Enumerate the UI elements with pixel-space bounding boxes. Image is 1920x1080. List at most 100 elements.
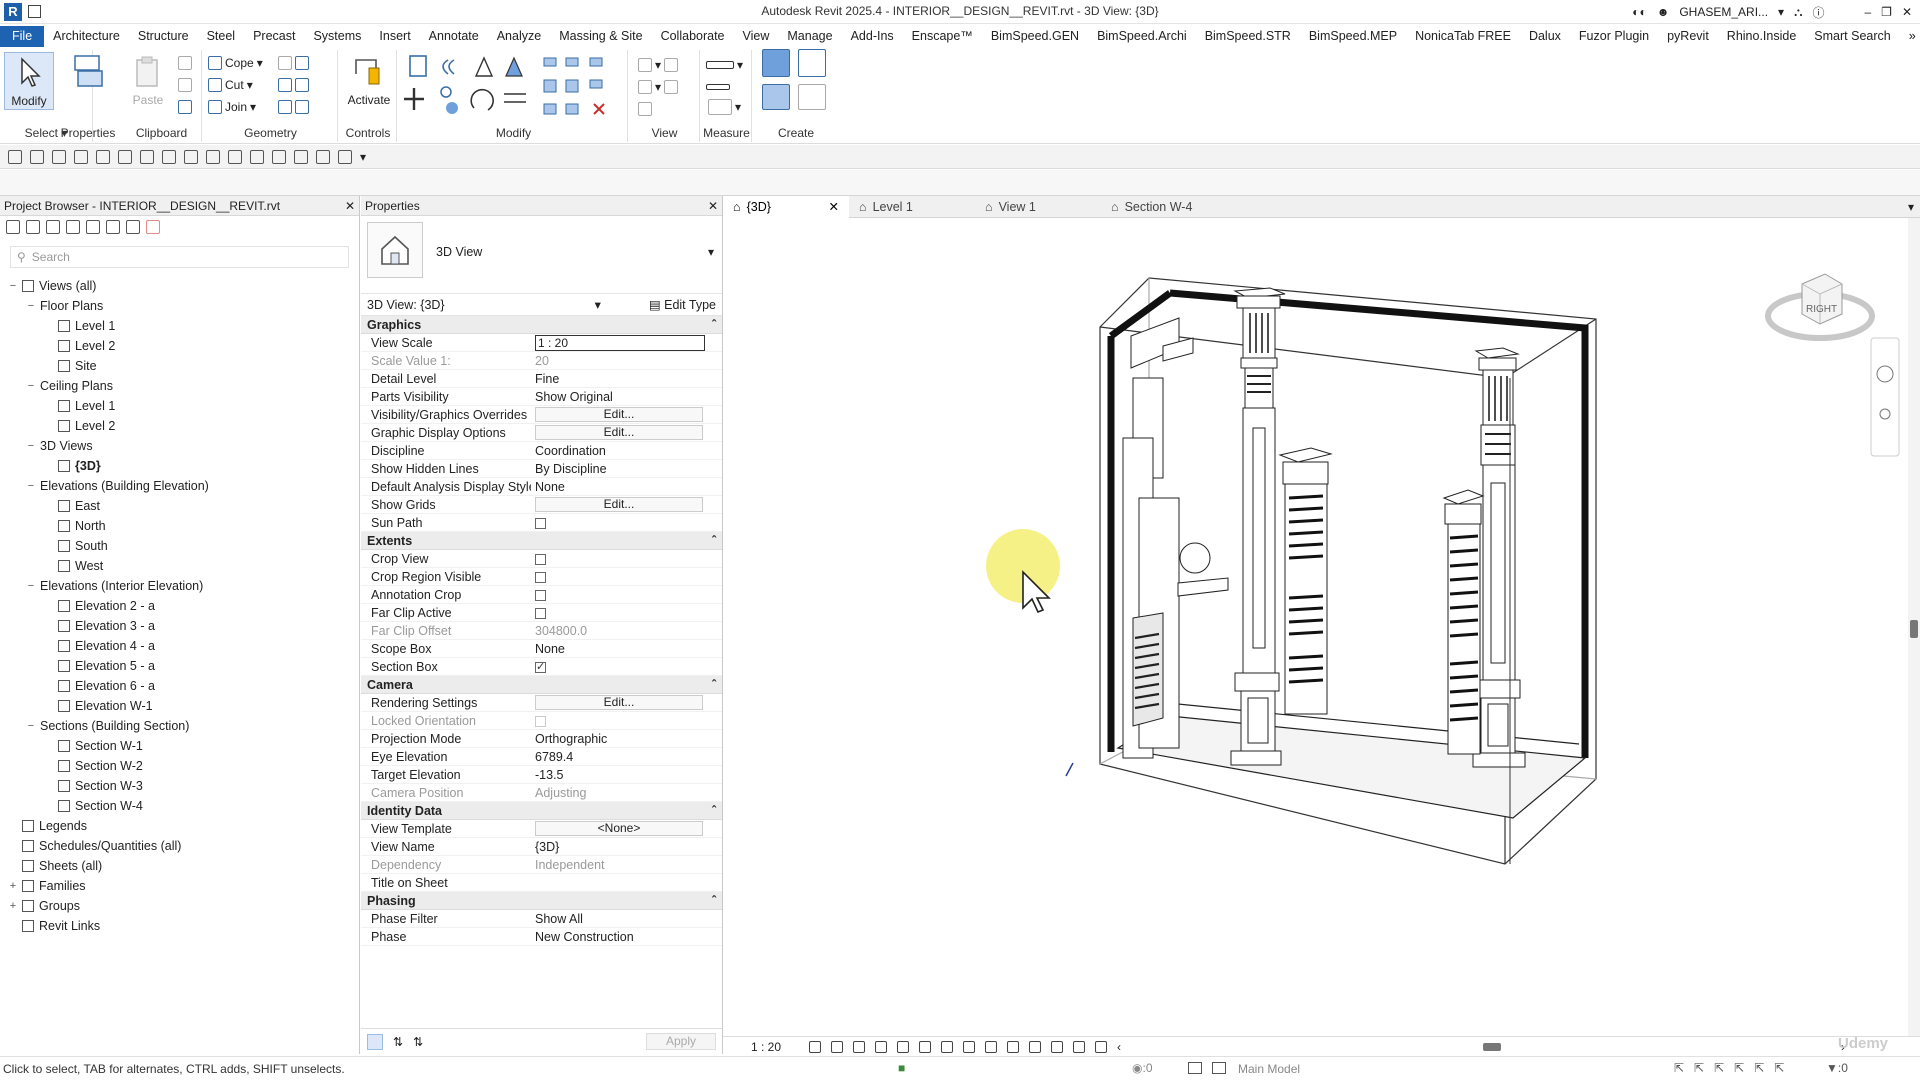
help-icon[interactable]: ⓘ <box>1812 4 1824 21</box>
modify-button[interactable]: Modify <box>4 52 54 110</box>
property-group-header[interactable]: Phasing ˆ <box>361 892 722 910</box>
tree-item[interactable]: Elevation 4 - a <box>0 636 359 656</box>
horizontal-scrollbar[interactable] <box>1131 1042 1831 1052</box>
switch-windows-icon[interactable] <box>338 149 352 164</box>
dimension-icon[interactable] <box>706 78 730 96</box>
tree-item[interactable]: + Groups <box>0 896 359 916</box>
tree-item[interactable]: Section W-3 <box>0 776 359 796</box>
property-group-header[interactable]: Extents ˆ <box>361 532 722 550</box>
show-analytical-icon[interactable] <box>1051 1040 1064 1053</box>
binoculars-icon[interactable]: ◐◐ <box>1632 5 1647 19</box>
ribbon-tab-bimspeed-archi[interactable]: BimSpeed.Archi <box>1088 26 1196 47</box>
property-value[interactable]: -13.5 <box>531 768 722 782</box>
sheet-filter-icon[interactable] <box>46 220 60 234</box>
save-icon[interactable] <box>52 149 66 164</box>
ribbon-tab-dalux[interactable]: Dalux <box>1520 26 1570 47</box>
design-options-icon[interactable] <box>1188 1062 1202 1074</box>
property-edit-button[interactable]: Edit... <box>535 425 703 440</box>
measure-qat-icon[interactable] <box>184 149 198 164</box>
collapse-icon[interactable]: − <box>26 580 36 592</box>
property-group-header[interactable]: Camera ˆ <box>361 676 722 694</box>
create-similar-icon[interactable] <box>798 49 826 77</box>
property-value[interactable]: By Discipline <box>531 462 722 476</box>
tree-item[interactable]: − Elevations (Interior Elevation) <box>0 576 359 596</box>
geometry-tool-1-icon[interactable] <box>278 54 309 72</box>
collapse-icon[interactable]: − <box>26 720 36 732</box>
ribbon-tab-manage[interactable]: Manage <box>778 26 841 47</box>
open-icon[interactable] <box>30 149 44 164</box>
unlocked-3d-icon[interactable] <box>963 1040 976 1053</box>
expand-icon[interactable]: + <box>8 900 18 912</box>
property-edit-button[interactable]: <None> <box>535 821 703 836</box>
apply-button[interactable]: Apply <box>646 1033 716 1050</box>
collapse-group-icon[interactable]: ˆ <box>712 534 716 548</box>
ribbon-tab-bimspeed-str[interactable]: BimSpeed.STR <box>1196 26 1300 47</box>
tree-item[interactable]: Elevation 5 - a <box>0 656 359 676</box>
tree-item[interactable]: Site <box>0 356 359 376</box>
view-tab[interactable]: ⌂ {3D} ✕ <box>723 195 849 218</box>
ribbon-tab-view[interactable]: View <box>734 26 779 47</box>
section-qat-icon[interactable] <box>272 149 286 164</box>
close-icon[interactable]: ✕ <box>708 199 718 213</box>
collapse-group-icon[interactable]: ˆ <box>712 318 716 332</box>
property-value[interactable]: None <box>531 480 722 494</box>
tree-item[interactable]: Elevation 6 - a <box>0 676 359 696</box>
detail-level-icon[interactable] <box>809 1040 822 1053</box>
tree-item[interactable]: Legends <box>0 816 359 836</box>
geometry-tool-2-icon[interactable] <box>278 76 309 94</box>
property-value[interactable]: Orthographic <box>531 732 722 746</box>
create-assembly-icon[interactable] <box>798 84 826 110</box>
cope-button[interactable]: Cope ▾ <box>208 54 263 72</box>
match-icon[interactable] <box>178 98 192 116</box>
property-value[interactable]: Show All <box>531 912 722 926</box>
close-hidden-icon[interactable] <box>316 149 330 164</box>
view-tab[interactable]: ⌂ View 1 <box>975 196 1101 218</box>
shadows-icon[interactable] <box>875 1040 888 1053</box>
property-checkbox[interactable] <box>535 607 546 619</box>
sort-ascending-icon[interactable]: ⇅ <box>393 1035 403 1049</box>
group-filter-icon[interactable] <box>106 220 120 234</box>
temp-hide-icon[interactable] <box>985 1040 998 1053</box>
property-value[interactable]: {3D} <box>531 840 722 854</box>
ribbon-tab-analyze[interactable]: Analyze <box>488 26 550 47</box>
ribbon-tab-collaborate[interactable]: Collaborate <box>652 26 734 47</box>
property-group-header[interactable]: Identity Data ˆ <box>361 802 722 820</box>
property-value[interactable]: None <box>531 642 722 656</box>
sun-path-icon[interactable] <box>853 1040 866 1053</box>
create-group-icon[interactable] <box>762 84 790 110</box>
expand-icon[interactable]: + <box>8 880 18 892</box>
geometry-tool-3-icon[interactable] <box>278 98 309 116</box>
ribbon-overflow-icon[interactable]: » ▢ ▾ <box>1900 26 1920 47</box>
tree-item[interactable]: {3D} <box>0 456 359 476</box>
tree-item[interactable]: Section W-1 <box>0 736 359 756</box>
collapse-icon[interactable]: − <box>26 440 36 452</box>
tree-item[interactable]: Level 2 <box>0 416 359 436</box>
tree-item[interactable]: South <box>0 536 359 556</box>
collapse-group-icon[interactable]: ˆ <box>712 804 716 818</box>
family-filter-icon[interactable] <box>86 220 100 234</box>
ribbon-tab-enscape-[interactable]: Enscape™ <box>903 26 982 47</box>
minimize-icon[interactable]: – <box>1864 5 1871 19</box>
sort-descending-icon[interactable]: ⇅ <box>413 1035 423 1049</box>
override-icon[interactable]: ▾ <box>638 78 679 96</box>
sync-icon[interactable] <box>74 149 88 164</box>
property-checkbox[interactable] <box>535 517 546 529</box>
filter-icon[interactable]: ▼:0 <box>1826 1061 1848 1075</box>
thin-lines-icon[interactable] <box>294 149 308 164</box>
qat-dropdown-icon[interactable]: ▾ <box>360 150 366 164</box>
worksharing-icon[interactable]: ■ <box>898 1061 905 1075</box>
sheets-print-icon[interactable] <box>162 149 176 164</box>
tree-item[interactable]: Level 2 <box>0 336 359 356</box>
create-part-icon[interactable] <box>762 49 790 77</box>
ribbon-tab-steel[interactable]: Steel <box>198 26 245 47</box>
ribbon-tab-rhino-inside[interactable]: Rhino.Inside <box>1718 26 1806 47</box>
tree-item[interactable]: Sheets (all) <box>0 856 359 876</box>
measure-icon[interactable]: ▾ <box>706 56 743 74</box>
instance-selector[interactable]: 3D View: {3D} ▾ <box>367 297 601 312</box>
close-icon[interactable]: ✕ <box>1902 5 1912 19</box>
view-filter-icon[interactable] <box>26 220 40 234</box>
tree-item[interactable]: Level 1 <box>0 316 359 336</box>
sort-categorized-icon[interactable] <box>367 1033 383 1050</box>
user-name[interactable]: GHASEM_ARI... <box>1679 5 1768 19</box>
crop-view-icon[interactable] <box>919 1040 932 1053</box>
